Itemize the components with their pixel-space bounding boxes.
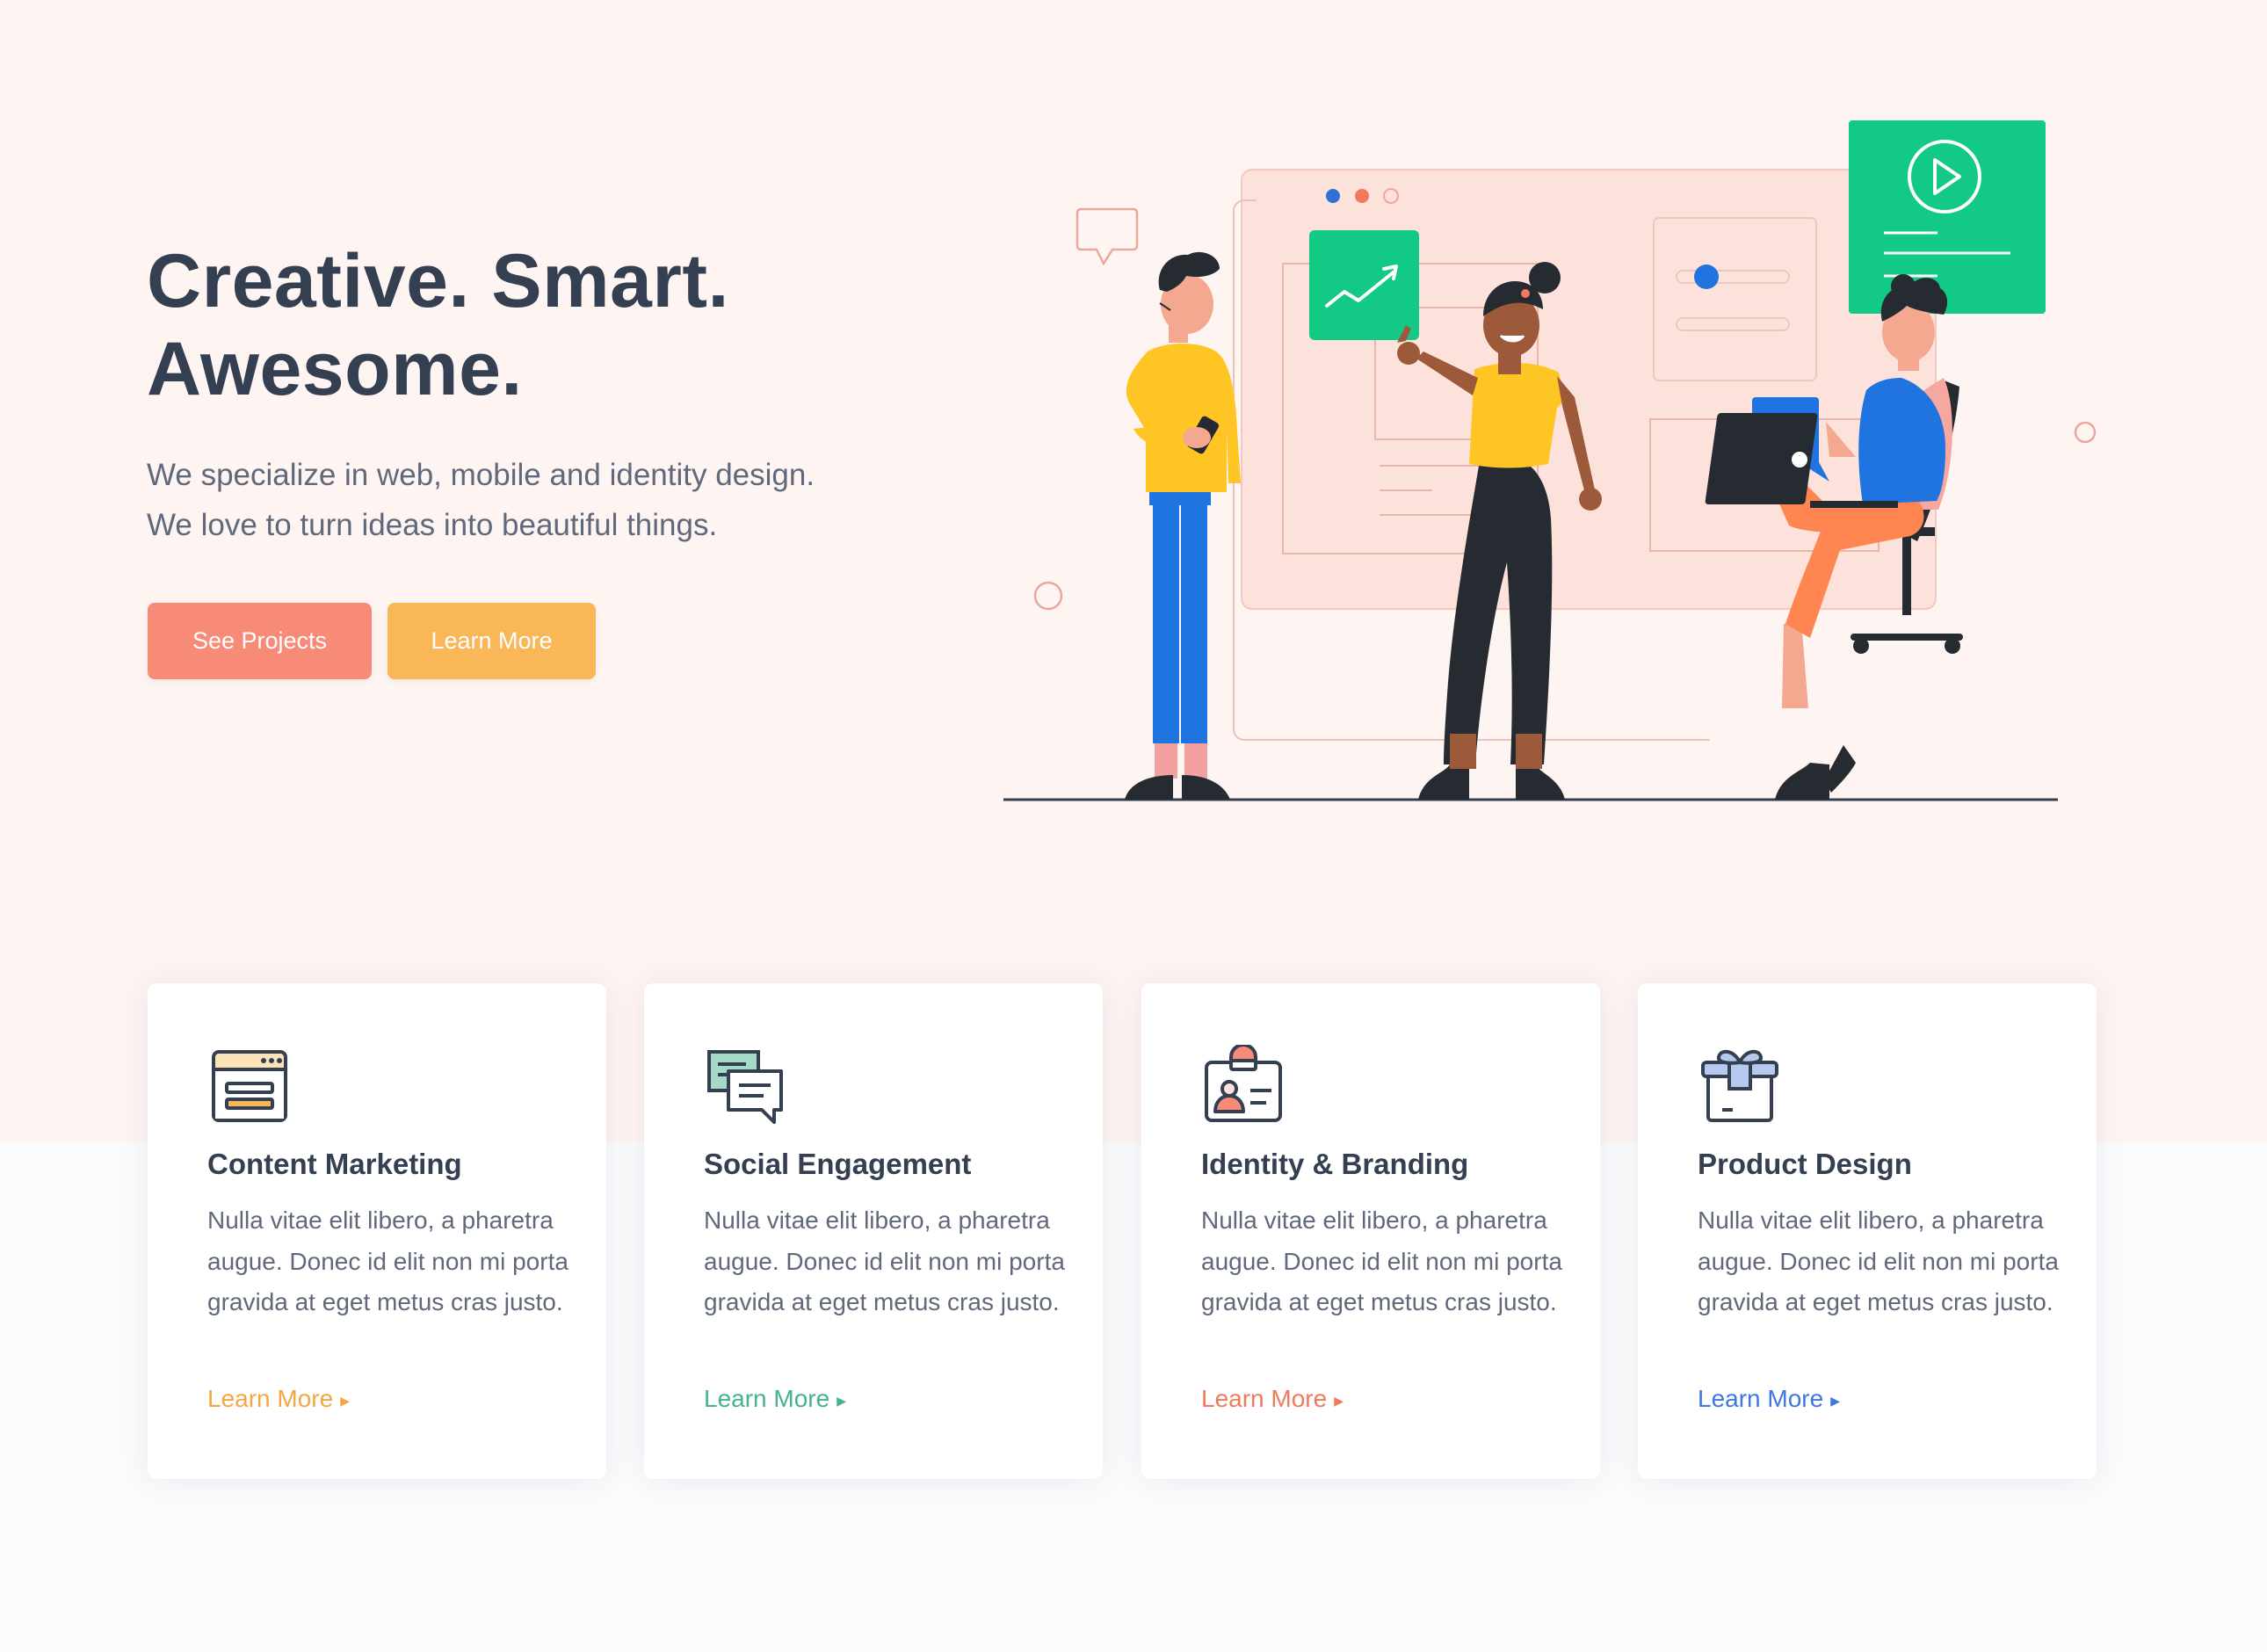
link-label: Learn More [1698, 1385, 1824, 1412]
learn-more-link[interactable]: Learn More ▶ [1201, 1380, 1344, 1420]
learn-more-link[interactable]: Learn More ▶ [1698, 1380, 1840, 1420]
service-description: Nulla vitae elit libero, a pharetra augu… [704, 1206, 1065, 1315]
caret-right-icon: ▶ [837, 1393, 846, 1408]
service-description: Nulla vitae elit libero, a pharetra augu… [207, 1206, 569, 1315]
link-label: Learn More [1201, 1385, 1328, 1412]
chart-card [1309, 230, 1419, 340]
window-dot-red [1355, 189, 1369, 203]
browser-window-icon [212, 1050, 287, 1122]
caret-right-icon: ▶ [1334, 1393, 1344, 1408]
service-card-content-marketing: Content Marketing Nulla vitae elit liber… [148, 983, 606, 1479]
learn-more-link[interactable]: Learn More ▶ [704, 1380, 846, 1420]
service-description: Nulla vitae elit libero, a pharetra augu… [1201, 1206, 1562, 1315]
hero-lead-line: We specialize in web, mobile and identit… [147, 458, 815, 492]
service-title: Product Design [1698, 1148, 1912, 1180]
service-card-product-design: Product Design Nulla vitae elit libero, … [1638, 983, 2097, 1479]
hero-lead-line: We love to turn ideas into beautiful thi… [147, 508, 718, 542]
see-projects-button[interactable]: See Projects [148, 603, 372, 679]
link-label: Learn More [704, 1385, 830, 1412]
caret-right-icon: ▶ [1830, 1393, 1840, 1408]
id-badge-icon [1205, 1045, 1282, 1122]
service-title: Identity & Branding [1201, 1148, 1469, 1180]
slider-knob [1694, 264, 1719, 289]
hero-title: Creative. Smart. Awesome. [147, 237, 938, 413]
service-description: Nulla vitae elit libero, a pharetra augu… [1698, 1206, 2059, 1315]
person-with-phone [1125, 251, 1241, 800]
chat-bubbles-icon [707, 1050, 783, 1124]
learn-more-button[interactable]: Learn More [387, 603, 596, 679]
link-label: Learn More [207, 1385, 334, 1412]
hero-title-line: Awesome. [147, 327, 523, 411]
service-card-social-engagement: Social Engagement Nulla vitae elit liber… [644, 983, 1103, 1479]
hero-lead: We specialize in web, mobile and identit… [147, 450, 938, 550]
service-title: Content Marketing [207, 1148, 462, 1180]
service-card-identity-branding: Identity & Branding Nulla vitae elit lib… [1141, 983, 1600, 1479]
video-card [1849, 120, 2046, 314]
learn-more-link[interactable]: Learn More ▶ [207, 1380, 350, 1420]
service-title: Social Engagement [704, 1148, 972, 1180]
window-dot-blue [1326, 189, 1340, 203]
chat-outline [1076, 207, 1139, 266]
gift-box-icon [1701, 1049, 1778, 1122]
caret-right-icon: ▶ [340, 1393, 350, 1408]
hero-title-line: Creative. Smart. [147, 239, 729, 323]
team-illustration [1003, 120, 2097, 801]
